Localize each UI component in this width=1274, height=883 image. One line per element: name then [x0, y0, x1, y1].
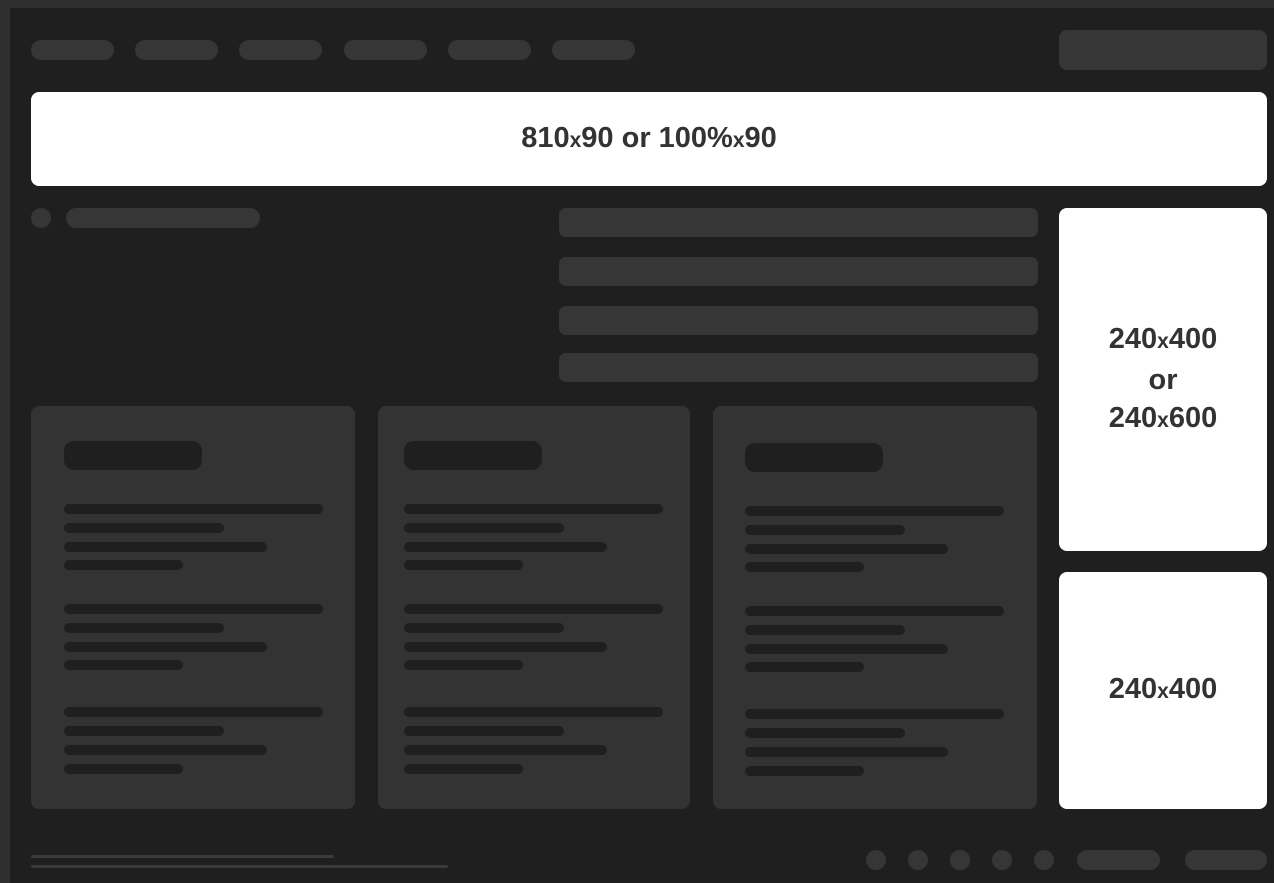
hero-list-item-3[interactable] — [559, 306, 1038, 335]
card-text-line — [404, 604, 663, 614]
card-text-line — [745, 747, 948, 757]
card-text-line — [404, 504, 663, 514]
card-text-line — [404, 745, 607, 755]
card-text-line — [745, 562, 864, 572]
nav-item-3[interactable] — [239, 40, 322, 60]
hero-list-item-1[interactable] — [559, 208, 1038, 237]
card-text-line — [64, 604, 323, 614]
nav-item-1[interactable] — [31, 40, 114, 60]
card-text-line — [404, 764, 523, 774]
content-card-3 — [713, 406, 1037, 809]
skyscraper-ad-label: 240x400 or 240x600 — [1108, 322, 1218, 434]
card-text-line — [64, 642, 267, 652]
nav-item-6[interactable] — [552, 40, 635, 60]
footer-button-1[interactable] — [1077, 850, 1160, 870]
card-text-line — [64, 707, 323, 717]
card-text-line — [745, 728, 905, 738]
rectangle-ad-label: 240x400 — [1108, 673, 1218, 705]
footer-button-2[interactable] — [1185, 850, 1267, 870]
breadcrumb-icon — [31, 208, 51, 228]
card-text-line — [745, 625, 905, 635]
card-text-line — [745, 525, 905, 535]
card-heading-placeholder — [64, 441, 202, 470]
footer-social-icon-2[interactable] — [908, 850, 928, 870]
card-text-line — [745, 544, 948, 554]
card-text-line — [64, 504, 323, 514]
content-card-2 — [378, 406, 690, 809]
card-text-line — [745, 506, 1004, 516]
footer-text-line — [31, 865, 448, 868]
footer-social-icon-5[interactable] — [1034, 850, 1054, 870]
card-text-line — [404, 623, 564, 633]
card-text-line — [745, 766, 864, 776]
card-text-line — [64, 764, 183, 774]
header-search-box[interactable] — [1059, 30, 1267, 70]
card-text-line — [64, 660, 183, 670]
card-text-line — [404, 707, 663, 717]
card-text-line — [64, 560, 183, 570]
card-heading-placeholder — [745, 443, 883, 472]
footer-text-line — [31, 855, 334, 858]
card-text-line — [64, 523, 224, 533]
card-text-line — [404, 523, 564, 533]
card-text-line — [64, 623, 224, 633]
card-text-line — [404, 642, 607, 652]
card-text-line — [745, 606, 1004, 616]
leaderboard-ad-label: 810x90 or 100%x90 — [521, 121, 777, 154]
card-text-line — [404, 660, 523, 670]
footer-social-icon-1[interactable] — [866, 850, 886, 870]
card-text-line — [404, 726, 564, 736]
rectangle-ad-slot: 240x400 — [1059, 572, 1267, 809]
card-text-line — [745, 644, 948, 654]
skyscraper-ad-slot: 240x400 or 240x600 — [1059, 208, 1267, 551]
card-heading-placeholder — [404, 441, 542, 470]
footer-social-icon-4[interactable] — [992, 850, 1012, 870]
nav-item-5[interactable] — [448, 40, 531, 60]
card-text-line — [64, 745, 267, 755]
hero-list-item-2[interactable] — [559, 257, 1038, 286]
hero-list-item-4[interactable] — [559, 353, 1038, 382]
card-text-line — [745, 662, 864, 672]
card-text-line — [745, 709, 1004, 719]
nav-item-4[interactable] — [344, 40, 427, 60]
card-text-line — [64, 542, 267, 552]
footer-social-icon-3[interactable] — [950, 850, 970, 870]
nav-item-2[interactable] — [135, 40, 218, 60]
card-text-line — [404, 542, 607, 552]
leaderboard-ad-slot: 810x90 or 100%x90 — [31, 92, 1267, 186]
card-text-line — [404, 560, 523, 570]
card-text-line — [64, 726, 224, 736]
breadcrumb-text-placeholder — [66, 208, 260, 228]
content-card-1 — [31, 406, 355, 809]
